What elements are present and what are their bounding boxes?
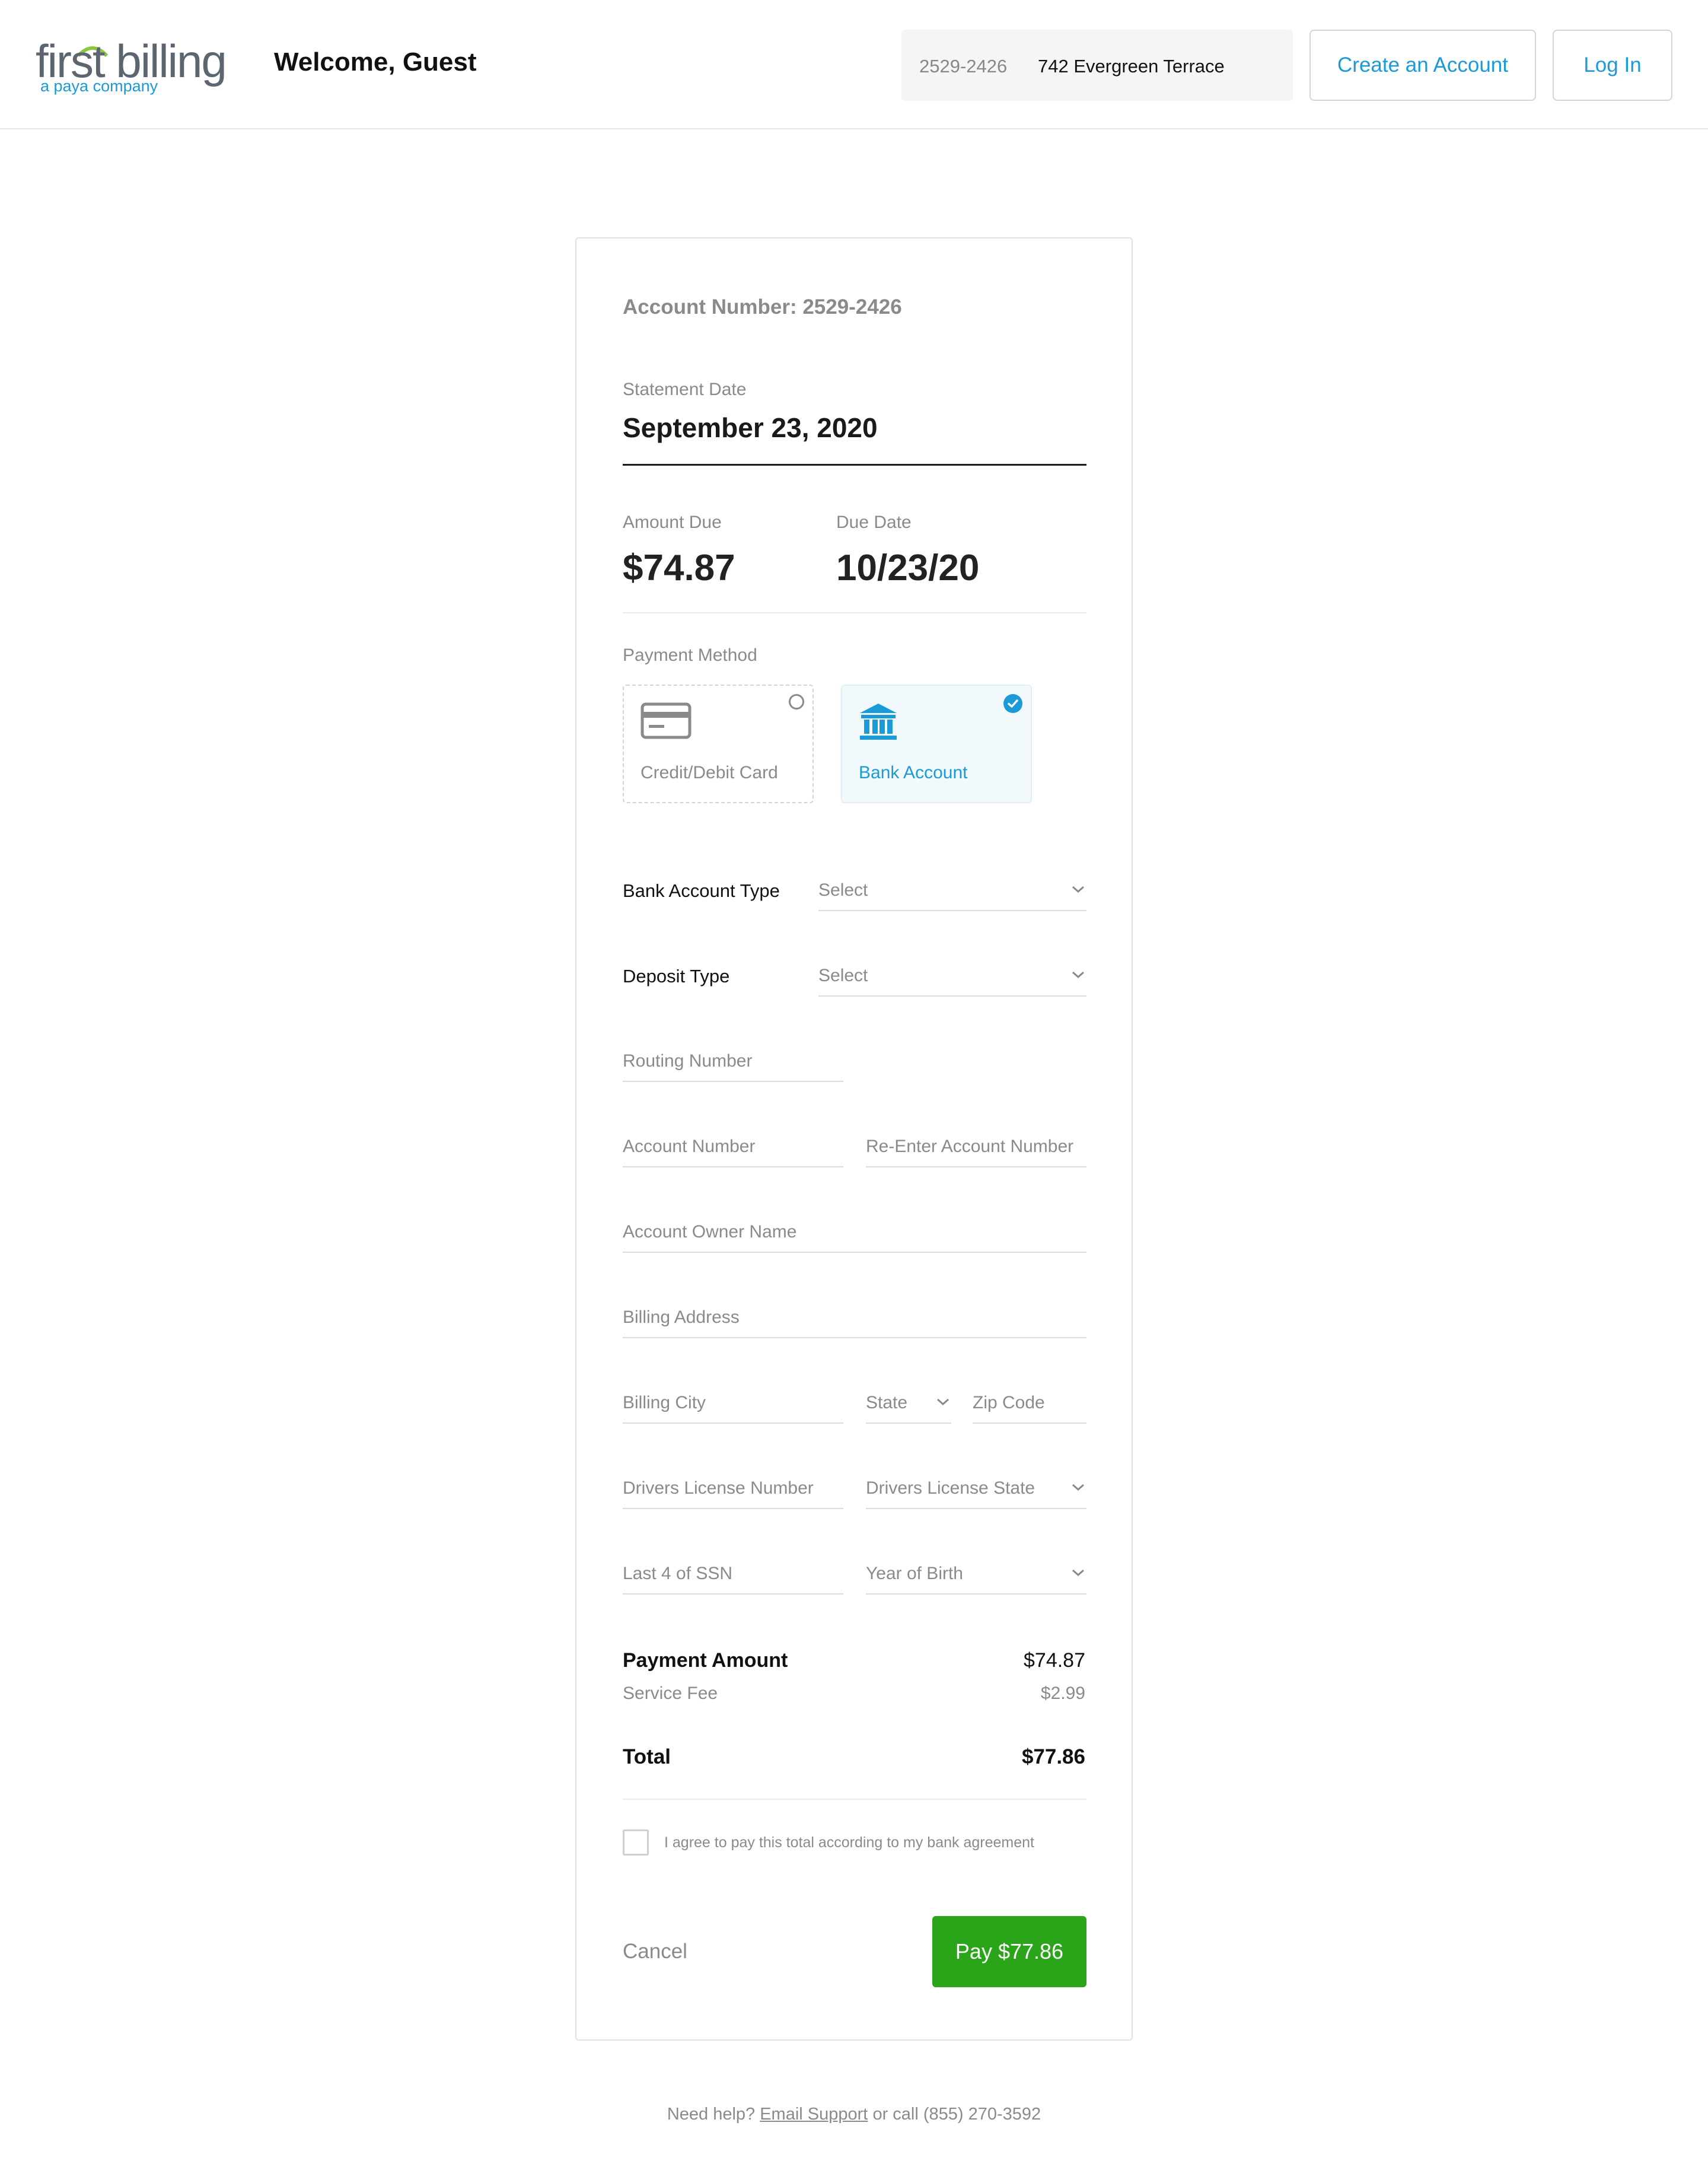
divider [623, 1799, 1086, 1800]
payment-amount-value: $74.87 [1024, 1649, 1085, 1672]
amount-due-value: $74.87 [623, 548, 735, 588]
due-date-label: Due Date [836, 513, 912, 532]
routing-number-field[interactable]: Routing Number [623, 1046, 843, 1082]
account-number-title: Account Number: 2529-2426 [623, 295, 902, 319]
amount-due-label: Amount Due [623, 513, 722, 532]
zip-code-field[interactable]: Zip Code [973, 1388, 1086, 1424]
ssn-placeholder: Last 4 of SSN [623, 1564, 733, 1583]
deposit-type-label: Deposit Type [623, 966, 730, 987]
service-fee-value: $2.99 [1040, 1684, 1085, 1703]
dl-number-placeholder: Drivers License Number [623, 1478, 814, 1498]
statement-underline [623, 464, 1086, 466]
account-number-placeholder: Account Number [623, 1137, 756, 1156]
chevron-down-icon [1072, 1569, 1084, 1577]
routing-number-placeholder: Routing Number [623, 1051, 753, 1071]
payment-method-label: Payment Method [623, 645, 757, 665]
help-footer: Need help? Email Support or call (855) 2… [0, 2105, 1708, 2124]
bank-account-check-icon[interactable] [1003, 694, 1022, 713]
logo-tagline: a paya company [40, 77, 158, 95]
pay-button[interactable]: Pay $77.86 [932, 1916, 1086, 1987]
bank-account-option[interactable]: Bank Account [841, 685, 1032, 803]
chevron-down-icon [1072, 971, 1084, 979]
credit-card-label: Credit/Debit Card [640, 763, 778, 782]
zip-code-placeholder: Zip Code [973, 1393, 1045, 1412]
login-button[interactable]: Log In [1553, 30, 1672, 101]
deposit-type-value: Select [818, 966, 868, 985]
bank-account-type-select[interactable]: Select [818, 876, 1086, 911]
reenter-account-number-field[interactable]: Re-Enter Account Number [866, 1132, 1086, 1167]
chevron-down-icon [937, 1398, 949, 1406]
credit-card-option[interactable]: Credit/Debit Card [623, 685, 814, 803]
payment-card: Account Number: 2529-2426 Statement Date… [575, 237, 1133, 2041]
divider [623, 612, 1086, 613]
account-pill-address: 742 Evergreen Terrace [1038, 56, 1225, 77]
drivers-license-number-field[interactable]: Drivers License Number [623, 1474, 843, 1509]
credit-card-radio[interactable] [789, 694, 804, 709]
welcome-heading: Welcome, Guest [274, 47, 477, 77]
account-pill-number: 2529-2426 [919, 56, 1008, 77]
account-number-field[interactable]: Account Number [623, 1132, 843, 1167]
credit-card-icon [640, 702, 692, 739]
reenter-account-placeholder: Re-Enter Account Number [866, 1137, 1074, 1156]
help-suffix: or call (855) 270-3592 [872, 2105, 1041, 2124]
birth-year-placeholder: Year of Birth [866, 1564, 963, 1583]
drivers-license-state-select[interactable]: Drivers License State [866, 1474, 1086, 1509]
total-label: Total [623, 1745, 671, 1768]
year-of-birth-select[interactable]: Year of Birth [866, 1559, 1086, 1595]
state-placeholder: State [866, 1393, 908, 1412]
account-owner-name-field[interactable]: Account Owner Name [623, 1217, 1086, 1253]
total-value: $77.86 [1021, 1745, 1085, 1768]
state-select[interactable]: State [866, 1388, 951, 1424]
create-account-button[interactable]: Create an Account [1309, 30, 1536, 101]
agree-checkbox[interactable] [623, 1829, 649, 1856]
billing-city-placeholder: Billing City [623, 1393, 706, 1412]
help-prefix: Need help? [667, 2105, 756, 2124]
chevron-down-icon [1072, 886, 1084, 893]
ssn-last4-field[interactable]: Last 4 of SSN [623, 1559, 843, 1595]
bank-icon [860, 704, 897, 740]
agree-text: I agree to pay this total according to m… [664, 1834, 1034, 1851]
billing-address-placeholder: Billing Address [623, 1307, 740, 1327]
bank-account-type-label: Bank Account Type [623, 880, 780, 901]
bank-account-label: Bank Account [859, 763, 968, 782]
cancel-button[interactable]: Cancel [623, 1940, 687, 1964]
statement-date-label: Statement Date [623, 380, 747, 399]
deposit-type-select[interactable]: Select [818, 961, 1086, 997]
due-date-value: 10/23/20 [836, 548, 980, 588]
top-header: first billing a paya company Welcome, Gu… [0, 0, 1708, 129]
owner-name-placeholder: Account Owner Name [623, 1222, 797, 1242]
billing-address-field[interactable]: Billing Address [623, 1303, 1086, 1338]
bank-account-type-value: Select [818, 880, 868, 900]
dl-state-placeholder: Drivers License State [866, 1478, 1035, 1498]
payment-amount-label: Payment Amount [623, 1649, 788, 1672]
statement-date-value[interactable]: September 23, 2020 [623, 412, 878, 444]
email-support-link[interactable]: Email Support [760, 2105, 868, 2124]
service-fee-label: Service Fee [623, 1684, 718, 1703]
chevron-down-icon [1072, 1484, 1084, 1491]
account-pill[interactable]: 2529-2426 742 Evergreen Terrace [901, 30, 1293, 101]
firstbilling-logo[interactable]: first billing a paya company [36, 34, 237, 100]
billing-city-field[interactable]: Billing City [623, 1388, 843, 1424]
